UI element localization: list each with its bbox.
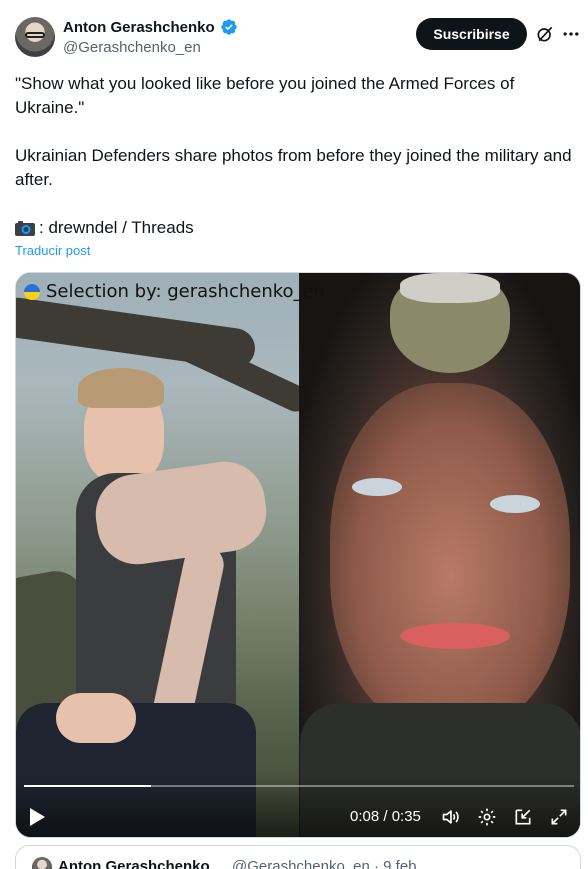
post-text-description: Ukrainian Defenders share photos from be… <box>15 146 572 189</box>
fullscreen-icon[interactable] <box>549 807 569 827</box>
quoted-avatar <box>32 857 52 869</box>
play-icon[interactable] <box>28 807 46 827</box>
volume-icon[interactable] <box>441 807 461 827</box>
more-dots-icon[interactable] <box>561 24 581 44</box>
quoted-author-name: Anton Gerashchenko <box>58 858 210 869</box>
ukraine-flag-icon <box>24 283 40 300</box>
post-text-quote: "Show what you looked like before you jo… <box>15 74 515 117</box>
video-progress-fill <box>24 785 151 787</box>
verified-badge-icon <box>221 19 237 35</box>
video-player[interactable]: Selection by: gerashchenko_en 0:08 / 0:3… <box>15 272 581 838</box>
camera-emoji-icon <box>15 221 35 236</box>
video-time: 0:08 / 0:35 <box>350 808 421 825</box>
video-controls: 0:08 / 0:35 <box>16 775 580 837</box>
video-watermark: Selection by: gerashchenko_en <box>24 281 325 302</box>
after-photo <box>300 273 580 837</box>
translate-link[interactable]: Traducir post <box>15 243 90 258</box>
video-progress-bar[interactable] <box>24 785 574 787</box>
before-photo <box>16 273 314 837</box>
author-handle[interactable]: @Gerashchenko_en <box>63 39 201 56</box>
quoted-post[interactable]: Anton Gerashchenko @Gerashchenko_en · 9 … <box>15 845 581 869</box>
post-text-credit-row: : drewndel / Threads <box>15 216 575 240</box>
grok-slash-icon[interactable] <box>535 24 555 44</box>
watermark-text: Selection by: gerashchenko_en <box>46 281 326 302</box>
gear-icon[interactable] <box>477 807 497 827</box>
post-credit: : drewndel / Threads <box>39 218 194 237</box>
avatar[interactable] <box>15 17 55 57</box>
subscribe-button[interactable]: Suscribirse <box>416 18 527 50</box>
author-name-row: Anton Gerashchenko <box>63 18 238 36</box>
author-name[interactable]: Anton Gerashchenko <box>63 19 215 36</box>
post-header: Anton Gerashchenko @Gerashchenko_en Susc… <box>0 0 588 70</box>
picture-in-picture-icon[interactable] <box>513 807 533 827</box>
quoted-author-meta: @Gerashchenko_en · 9 feb <box>232 858 417 869</box>
